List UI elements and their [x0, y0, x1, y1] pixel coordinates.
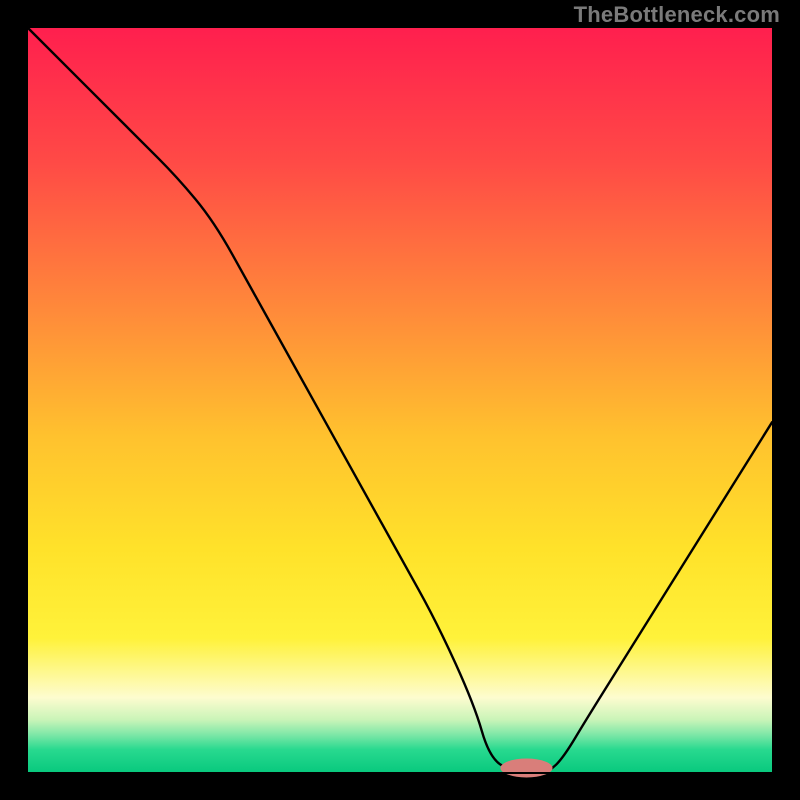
chart-stage: TheBottleneck.com [0, 0, 800, 800]
plot-frame-right [772, 26, 774, 774]
optimal-marker [500, 759, 552, 778]
watermark-text: TheBottleneck.com [574, 2, 780, 28]
plot-frame-left [26, 26, 28, 774]
bottleneck-chart [0, 0, 800, 800]
plot-frame-bottom [26, 772, 774, 774]
